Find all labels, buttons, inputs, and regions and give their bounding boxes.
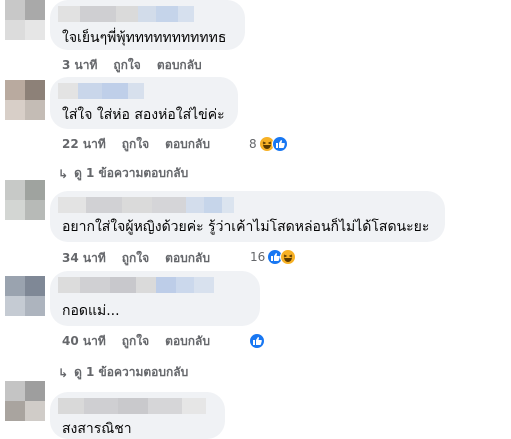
view-replies-label: ดู 1 ข้อความตอบกลับ [74, 166, 189, 180]
comment-time[interactable]: 3 นาที [62, 56, 97, 75]
comment-bubble: อยากใส่ใจผู้หญิงด้วยค่ะ รู้ว่าเค้าไม่โสด… [50, 191, 445, 242]
blurred-author-name[interactable] [58, 197, 234, 213]
like-button[interactable]: ถูกใจ [122, 332, 149, 351]
reply-button[interactable]: ตอบกลับ [165, 249, 210, 268]
reply-arrow-icon: ↳ [58, 365, 69, 380]
reply-button[interactable]: ตอบกลับ [165, 332, 210, 351]
reply-arrow-icon: ↳ [58, 166, 69, 181]
reaction-summary[interactable]: 8 [249, 135, 288, 153]
comment-text: อยากใส่ใจผู้หญิงด้วยค่ะ รู้ว่าเค้าไม่โสด… [62, 219, 430, 235]
blurred-author-name[interactable] [58, 277, 214, 293]
avatar[interactable] [5, 180, 45, 220]
comment-bubble: สงสารณิชา [50, 392, 225, 439]
like-button[interactable]: ถูกใจ [122, 135, 149, 154]
like-button[interactable]: ถูกใจ [113, 56, 140, 75]
comment-time[interactable]: 22 นาที [62, 135, 106, 154]
reaction-count: 16 [250, 250, 266, 264]
view-replies-link[interactable]: ↳ ดู 1 ข้อความตอบกลับ [58, 164, 188, 183]
blurred-author-name[interactable] [58, 398, 206, 414]
comment-actions: 40 นาที ถูกใจ ตอบกลับ [62, 333, 226, 349]
avatar[interactable] [5, 80, 45, 120]
comment-time[interactable]: 40 นาที [62, 332, 106, 351]
avatar[interactable] [5, 381, 45, 421]
reply-button[interactable]: ตอบกลับ [165, 135, 210, 154]
comment-text: สงสารณิชา [62, 421, 132, 437]
comment-time[interactable]: 34 นาที [62, 249, 106, 268]
comment-bubble: ใส่ใจ ใส่ห่อ สองห่อใส่ไข่ค่ะ [50, 77, 238, 129]
blurred-author-name[interactable] [58, 83, 144, 99]
comment-actions: 34 นาที ถูกใจ ตอบกลับ [62, 250, 226, 266]
comment-text: ใส่ใจ ใส่ห่อ สองห่อใส่ไข่ค่ะ [62, 107, 225, 123]
comment-text: กอดแม่... [62, 303, 120, 319]
view-replies-link[interactable]: ↳ ดู 1 ข้อความตอบกลับ [58, 363, 188, 382]
reaction-count: 8 [249, 137, 257, 151]
reply-button[interactable]: ตอบกลับ [157, 56, 202, 75]
comment-bubble: กอดแม่... [50, 271, 260, 326]
avatar[interactable] [5, 0, 45, 40]
like-button[interactable]: ถูกใจ [122, 249, 149, 268]
comment-actions: 22 นาที ถูกใจ ตอบกลับ [62, 136, 226, 152]
thumbs-up-icon [249, 333, 265, 349]
avatar[interactable] [5, 276, 45, 316]
blurred-author-name[interactable] [58, 6, 194, 22]
reaction-summary[interactable] [249, 332, 265, 350]
reaction-summary[interactable]: 16 [250, 248, 297, 266]
view-replies-label: ดู 1 ข้อความตอบกลับ [74, 365, 189, 379]
thumbs-up-icon [271, 136, 288, 152]
comment-bubble: ใจเย็นๆพี่พุ้ททททททททททธ [50, 0, 245, 50]
laughing-face-icon [280, 249, 297, 265]
comment-text: ใจเย็นๆพี่พุ้ททททททททททธ [62, 30, 227, 46]
comment-actions: 3 นาที ถูกใจ ตอบกลับ [62, 57, 218, 73]
